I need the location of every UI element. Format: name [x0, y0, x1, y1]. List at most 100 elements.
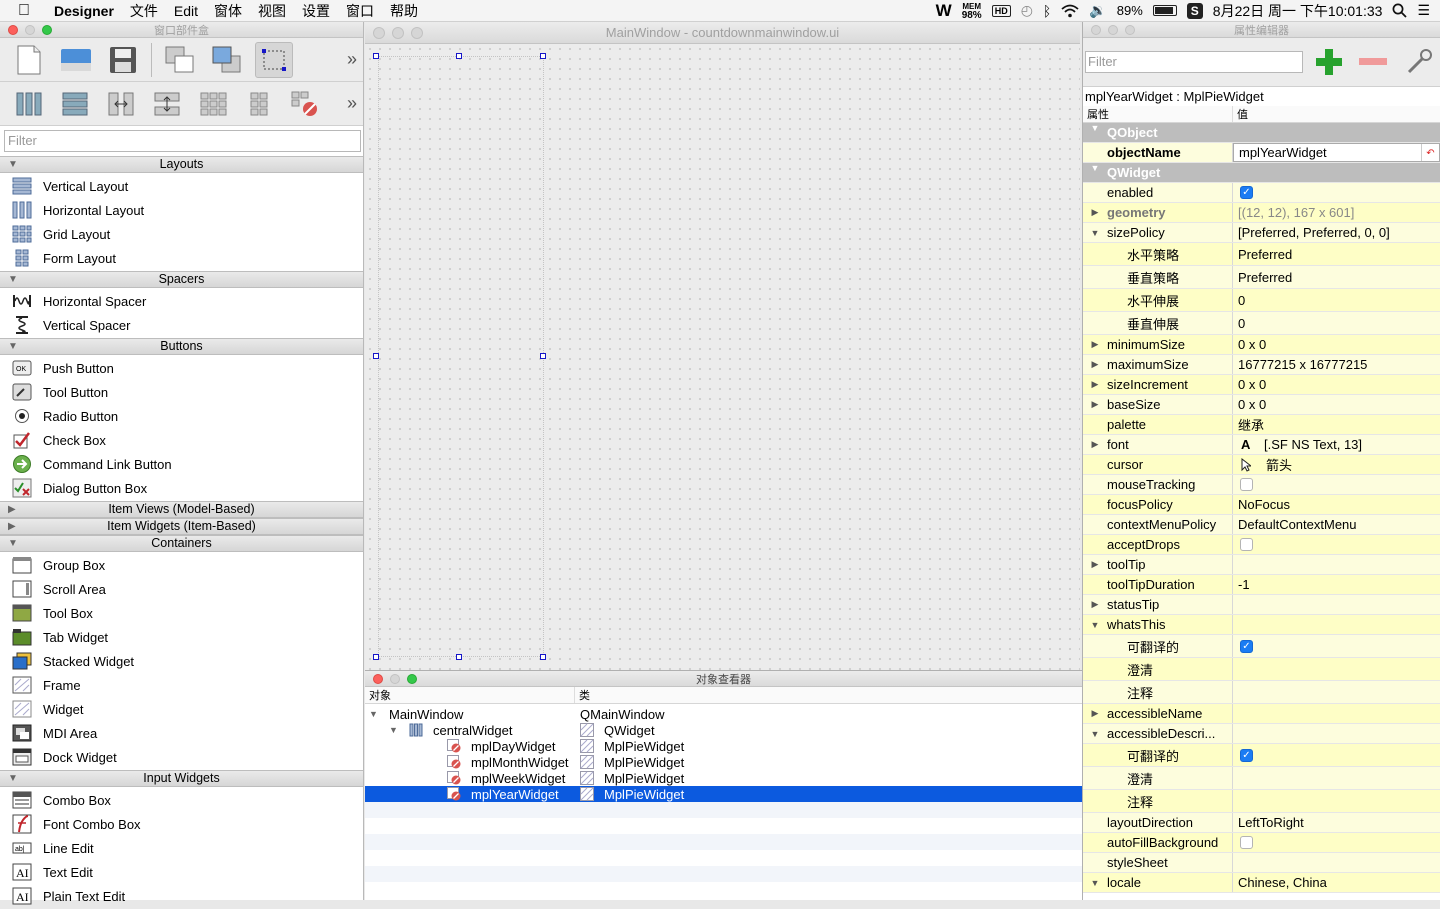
property-value[interactable]: [1233, 833, 1440, 852]
property-value[interactable]: ✓: [1233, 635, 1440, 657]
property-value[interactable]: 0: [1233, 312, 1440, 334]
property-row-geometry[interactable]: ▶ geometry [(12, 12), 167 x 601]: [1083, 203, 1440, 223]
apple-icon[interactable]: : [0, 2, 46, 20]
property-row-mousetracking[interactable]: mouseTracking: [1083, 475, 1440, 495]
category-toggle-icon[interactable]: ▶: [8, 519, 16, 534]
property-value[interactable]: mplYearWidget ↶: [1233, 143, 1440, 162]
value-column-header[interactable]: 值: [1233, 106, 1248, 122]
widget-item-combo-box[interactable]: Combo Box: [0, 788, 363, 812]
property-row-enabled[interactable]: enabled ✓: [1083, 183, 1440, 203]
property-value[interactable]: DefaultContextMenu: [1233, 515, 1440, 534]
expand-arrow-icon[interactable]: ▼: [389, 725, 409, 735]
property-expand-icon[interactable]: ▶: [1083, 339, 1107, 350]
layout-toolbar-overflow-icon[interactable]: »: [347, 93, 363, 114]
break-layout-icon[interactable]: [286, 86, 324, 122]
property-row-objectname[interactable]: objectName mplYearWidget ↶: [1083, 143, 1440, 163]
property-value[interactable]: [1233, 790, 1440, 812]
property-row-font[interactable]: ▶ font A [.SF NS Text, 13]: [1083, 435, 1440, 455]
lay-out-horizontally-icon[interactable]: [10, 86, 48, 122]
property-expand-icon[interactable]: ▶: [1083, 379, 1107, 390]
property-row-sizeincrement[interactable]: ▶ sizeIncrement 0 x 0: [1083, 375, 1440, 395]
widget-item-horizontal-spacer[interactable]: Horizontal Spacer: [0, 289, 363, 313]
category-toggle-icon[interactable]: ▶: [8, 502, 16, 517]
property-row-sizepolicy[interactable]: ▼ sizePolicy [Preferred, Preferred, 0, 0]: [1083, 223, 1440, 243]
wifi-icon[interactable]: [1061, 4, 1079, 18]
resize-handle-bottom-right[interactable]: [540, 654, 546, 660]
property-value[interactable]: [1233, 595, 1440, 614]
property-row-item-7[interactable]: 垂直策略 Preferred: [1083, 266, 1440, 289]
property-row-item-9[interactable]: 垂直伸展 0: [1083, 312, 1440, 335]
property-row-item-26[interactable]: 澄清: [1083, 658, 1440, 681]
widget-item-mdi-area[interactable]: MDI Area: [0, 721, 363, 745]
category-buttons[interactable]: ▼ Buttons: [0, 338, 363, 355]
form-zoom-button[interactable]: [411, 26, 423, 39]
property-value[interactable]: [1233, 681, 1440, 703]
category-toggle-icon[interactable]: ▼: [8, 771, 18, 786]
widget-item-line-edit[interactable]: ab| Line Edit: [0, 836, 363, 860]
property-row-minimumsize[interactable]: ▶ minimumSize 0 x 0: [1083, 335, 1440, 355]
property-row-item-30[interactable]: 可翻译的 ✓: [1083, 744, 1440, 767]
property-expand-icon[interactable]: ▼: [1083, 729, 1107, 739]
battery-percent[interactable]: 89%: [1117, 3, 1143, 18]
property-value[interactable]: NoFocus: [1233, 495, 1440, 514]
property-value[interactable]: A [.SF NS Text, 13]: [1233, 435, 1440, 454]
zoom-button[interactable]: [42, 24, 52, 35]
category-layouts[interactable]: ▼ Layouts: [0, 156, 363, 173]
property-value[interactable]: [1233, 724, 1440, 743]
property-expand-icon[interactable]: ▼: [1083, 228, 1107, 238]
property-row-item-31[interactable]: 澄清: [1083, 767, 1440, 790]
lay-out-vertically-icon[interactable]: [56, 86, 94, 122]
tree-row-centralwidget[interactable]: ▼ centralWidget QWidget: [365, 722, 1082, 738]
form-minimize-button[interactable]: [392, 26, 404, 39]
w-app-icon[interactable]: W: [936, 1, 952, 21]
widget-item-plain-text-edit[interactable]: AI Plain Text Edit: [0, 884, 363, 908]
widget-item-check-box[interactable]: Check Box: [0, 428, 363, 452]
widget-filter-input[interactable]: Filter: [4, 130, 361, 152]
property-value[interactable]: LeftToRight: [1233, 813, 1440, 832]
property-row-focuspolicy[interactable]: focusPolicy NoFocus: [1083, 495, 1440, 515]
property-expand-icon[interactable]: ▼: [1083, 878, 1107, 888]
reset-property-icon[interactable]: ↶: [1421, 144, 1439, 161]
tree-row-mainwindow[interactable]: ▼ MainWindow QMainWindow: [365, 706, 1082, 722]
bring-to-front-icon[interactable]: [208, 42, 246, 78]
category-item-widgets-item-based[interactable]: ▶ Item Widgets (Item-Based): [0, 518, 363, 535]
property-row-tooltipduration[interactable]: toolTipDuration -1: [1083, 575, 1440, 595]
object-name-value[interactable]: mplYearWidget: [1239, 145, 1327, 160]
toolbar-overflow-icon[interactable]: »: [347, 49, 363, 70]
property-value[interactable]: 0 x 0: [1233, 375, 1440, 394]
property-expand-icon[interactable]: ▶: [1083, 599, 1107, 610]
props-minimize-button[interactable]: [1108, 24, 1118, 35]
property-row-basesize[interactable]: ▶ baseSize 0 x 0: [1083, 395, 1440, 415]
property-row-maximumsize[interactable]: ▶ maximumSize 16777215 x 16777215: [1083, 355, 1440, 375]
property-value[interactable]: [1233, 475, 1440, 494]
form-close-button[interactable]: [373, 26, 385, 39]
resize-handle-bottom-left[interactable]: [373, 654, 379, 660]
s-app-icon[interactable]: S: [1186, 2, 1203, 19]
property-row-layoutdirection[interactable]: layoutDirection LeftToRight: [1083, 813, 1440, 833]
widget-item-tab-widget[interactable]: Tab Widget: [0, 625, 363, 649]
property-value[interactable]: 0 x 0: [1233, 335, 1440, 354]
object-column-header[interactable]: 对象: [365, 687, 575, 703]
property-expand-icon[interactable]: ▶: [1083, 359, 1107, 370]
widget-item-vertical-spacer[interactable]: Vertical Spacer: [0, 313, 363, 337]
property-row-qwidget[interactable]: ▼ QWidget: [1083, 163, 1440, 183]
property-row-autofillbackground[interactable]: autoFillBackground: [1083, 833, 1440, 853]
checkbox[interactable]: ✓: [1240, 639, 1253, 653]
grid-layout-icon[interactable]: [194, 86, 232, 122]
menu-view[interactable]: 视图: [250, 1, 294, 21]
widget-item-horizontal-layout[interactable]: Horizontal Layout: [0, 198, 363, 222]
property-expand-icon[interactable]: ▶: [1083, 439, 1107, 450]
widget-item-push-button[interactable]: OK Push Button: [0, 356, 363, 380]
hd-icon[interactable]: HD: [991, 4, 1011, 17]
selected-widget-outline[interactable]: [378, 56, 544, 657]
tree-row-mplyearwidget[interactable]: mplYearWidget MplPieWidget: [365, 786, 1082, 802]
widget-item-vertical-layout[interactable]: Vertical Layout: [0, 174, 363, 198]
property-expand-icon[interactable]: ▶: [1083, 207, 1107, 218]
widget-item-command-link-button[interactable]: Command Link Button: [0, 452, 363, 476]
property-row-statustip[interactable]: ▶ statusTip: [1083, 595, 1440, 615]
property-value[interactable]: [Preferred, Preferred, 0, 0]: [1233, 223, 1440, 242]
widget-item-stacked-widget[interactable]: Stacked Widget: [0, 649, 363, 673]
minimize-button[interactable]: [25, 24, 35, 35]
property-value[interactable]: [1233, 658, 1440, 680]
property-value[interactable]: Preferred: [1233, 266, 1440, 288]
